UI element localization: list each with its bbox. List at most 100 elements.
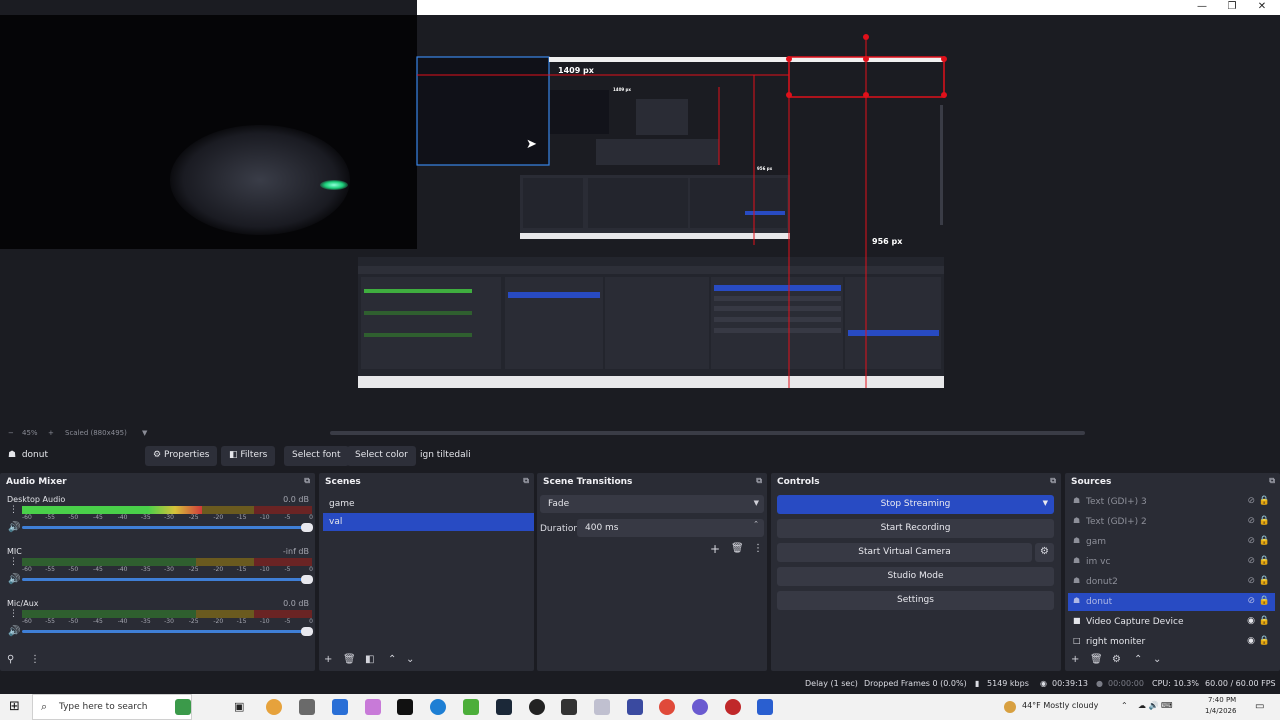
scene-item[interactable]: game (323, 495, 534, 513)
properties-button[interactable]: ⚙ Properties (145, 446, 218, 466)
spin-up-icon[interactable]: ⌃ (753, 520, 759, 528)
transition-menu-icon[interactable]: ⋮ (753, 543, 763, 554)
move-up-icon[interactable]: ⌃ (388, 654, 396, 665)
select-font-button[interactable]: Select font (284, 446, 349, 466)
studio-mode-button[interactable]: Studio Mode (777, 567, 1054, 586)
eye-icon[interactable]: ◉ (1247, 636, 1255, 646)
source-item[interactable]: ■ Video Capture Device ◉ 🔒 (1068, 613, 1275, 631)
notifications-icon[interactable]: ▭ (1255, 701, 1264, 712)
minimize-button[interactable]: — (1187, 1, 1217, 12)
app-icon[interactable] (594, 699, 610, 715)
duration-spinbox[interactable]: 400 ms ⌃ (577, 519, 764, 537)
edge-icon[interactable] (430, 699, 446, 715)
mouse-app-icon[interactable] (299, 699, 315, 715)
taskbar-time[interactable]: 7:40 PM (1208, 696, 1236, 704)
app-icon[interactable] (627, 699, 643, 715)
lock-icon[interactable]: 🔒 (1259, 596, 1270, 606)
undock-icon[interactable]: ⧉ (304, 476, 310, 486)
undock-icon[interactable]: ⧉ (1269, 476, 1275, 486)
preview-canvas[interactable]: 1409 px 1409 px 956 px 956 px ➤ (0, 15, 1280, 425)
text-source-value[interactable]: ign tiltedali (420, 450, 471, 460)
lock-icon[interactable]: 🔒 (1259, 636, 1270, 646)
lock-icon[interactable]: 🔒 (1259, 516, 1270, 526)
add-scene-icon[interactable]: + (324, 654, 332, 665)
channel-menu-icon[interactable]: ⋮ (9, 505, 18, 515)
volume-slider-handle[interactable] (301, 523, 313, 532)
source-item[interactable]: ☗ Text (GDI+) 2 ⊘ 🔒 (1068, 513, 1275, 531)
lock-icon[interactable]: 🔒 (1259, 576, 1270, 586)
app-icon[interactable] (365, 699, 381, 715)
app-icon[interactable] (725, 699, 741, 715)
undock-icon[interactable]: ⧉ (1050, 476, 1056, 486)
speaker-icon[interactable]: 🔊 (8, 574, 20, 585)
preview-horizontal-scrollbar[interactable] (330, 431, 1085, 435)
volume-slider-handle[interactable] (301, 627, 313, 636)
windows-start-icon[interactable]: ⊞ (9, 699, 20, 714)
steam-icon[interactable] (496, 699, 512, 715)
app-icon[interactable] (561, 699, 577, 715)
eye-hidden-icon[interactable]: ⊘ (1247, 536, 1255, 546)
chrome-icon[interactable] (659, 699, 675, 715)
source-item[interactable]: ☗ donut2 ⊘ 🔒 (1068, 573, 1275, 591)
add-source-icon[interactable]: + (1071, 654, 1079, 665)
chrome-icon[interactable] (266, 699, 282, 715)
move-down-icon[interactable]: ⌄ (406, 654, 414, 665)
app-icon[interactable] (757, 699, 773, 715)
speaker-icon[interactable]: 🔊 (8, 522, 20, 533)
remove-source-icon[interactable]: 🗑 (1090, 654, 1103, 665)
channel-menu-icon[interactable]: ⋮ (9, 557, 18, 567)
eye-icon[interactable]: ◉ (1247, 616, 1255, 626)
settings-button[interactable]: Settings (777, 591, 1054, 610)
weather-text[interactable]: 44°F Mostly cloudy (1022, 701, 1098, 710)
obs-icon[interactable] (397, 699, 413, 715)
scene-item-selected[interactable]: val (323, 513, 534, 531)
zoom-in-button[interactable]: + (48, 429, 54, 437)
lock-icon[interactable]: 🔒 (1259, 536, 1270, 546)
source-item[interactable]: ☗ donut ⊘ 🔒 (1068, 593, 1275, 611)
scene-filters-icon[interactable]: ◧ (365, 654, 374, 665)
minecraft-icon[interactable] (463, 699, 479, 715)
volume-slider-handle[interactable] (301, 575, 313, 584)
eye-hidden-icon[interactable]: ⊘ (1247, 516, 1255, 526)
channel-menu-icon[interactable]: ⋮ (9, 609, 18, 619)
weather-widget-icon[interactable] (175, 699, 191, 715)
transition-type-select[interactable]: Fade ▼ (540, 495, 764, 513)
app-icon[interactable] (332, 699, 348, 715)
virtual-camera-settings-button[interactable]: ⚙ (1035, 543, 1054, 562)
lock-icon[interactable]: 🔒 (1259, 496, 1270, 506)
volume-slider[interactable] (22, 523, 313, 532)
zoom-out-button[interactable]: − (8, 429, 14, 437)
mixer-link-icon[interactable]: ⚲ (7, 654, 14, 665)
speaker-icon[interactable]: 🔊 (8, 626, 20, 637)
volume-slider[interactable] (22, 627, 313, 636)
scale-dropdown-icon[interactable]: ▼ (142, 429, 147, 437)
undock-icon[interactable]: ⧉ (523, 476, 529, 486)
source-item[interactable]: ☗ Text (GDI+) 3 ⊘ 🔒 (1068, 493, 1275, 511)
discord-icon[interactable] (692, 699, 708, 715)
stop-streaming-button[interactable]: Stop Streaming ▼ (777, 495, 1054, 514)
undock-icon[interactable]: ⧉ (756, 476, 762, 486)
filters-button[interactable]: ◧ Filters (221, 446, 276, 466)
app-icon[interactable] (529, 699, 545, 715)
taskbar-search-field[interactable]: ⌕ Type here to search (32, 694, 192, 720)
source-item[interactable]: ☗ im vc ⊘ 🔒 (1068, 553, 1275, 571)
start-virtual-camera-button[interactable]: Start Virtual Camera (777, 543, 1032, 562)
eye-hidden-icon[interactable]: ⊘ (1247, 576, 1255, 586)
chevron-down-icon[interactable]: ▼ (1043, 499, 1048, 507)
taskbar-date[interactable]: 1/4/2026 (1205, 707, 1236, 715)
eye-hidden-icon[interactable]: ⊘ (1247, 596, 1255, 606)
maximize-button[interactable]: ❐ (1217, 1, 1247, 12)
volume-slider[interactable] (22, 575, 313, 584)
source-item[interactable]: ☗ gam ⊘ 🔒 (1068, 533, 1275, 551)
select-color-button[interactable]: Select color (347, 446, 416, 466)
tray-icons[interactable]: ☁ 🔊 ⌨ (1138, 701, 1173, 710)
task-view-icon[interactable]: ▣ (234, 700, 244, 713)
add-transition-icon[interactable]: + (710, 542, 720, 556)
move-up-icon[interactable]: ⌃ (1134, 654, 1142, 665)
mixer-menu-icon[interactable]: ⋮ (30, 654, 40, 665)
eye-hidden-icon[interactable]: ⊘ (1247, 496, 1255, 506)
start-recording-button[interactable]: Start Recording (777, 519, 1054, 538)
lock-icon[interactable]: 🔒 (1259, 556, 1270, 566)
eye-hidden-icon[interactable]: ⊘ (1247, 556, 1255, 566)
remove-scene-icon[interactable]: 🗑 (343, 654, 356, 665)
